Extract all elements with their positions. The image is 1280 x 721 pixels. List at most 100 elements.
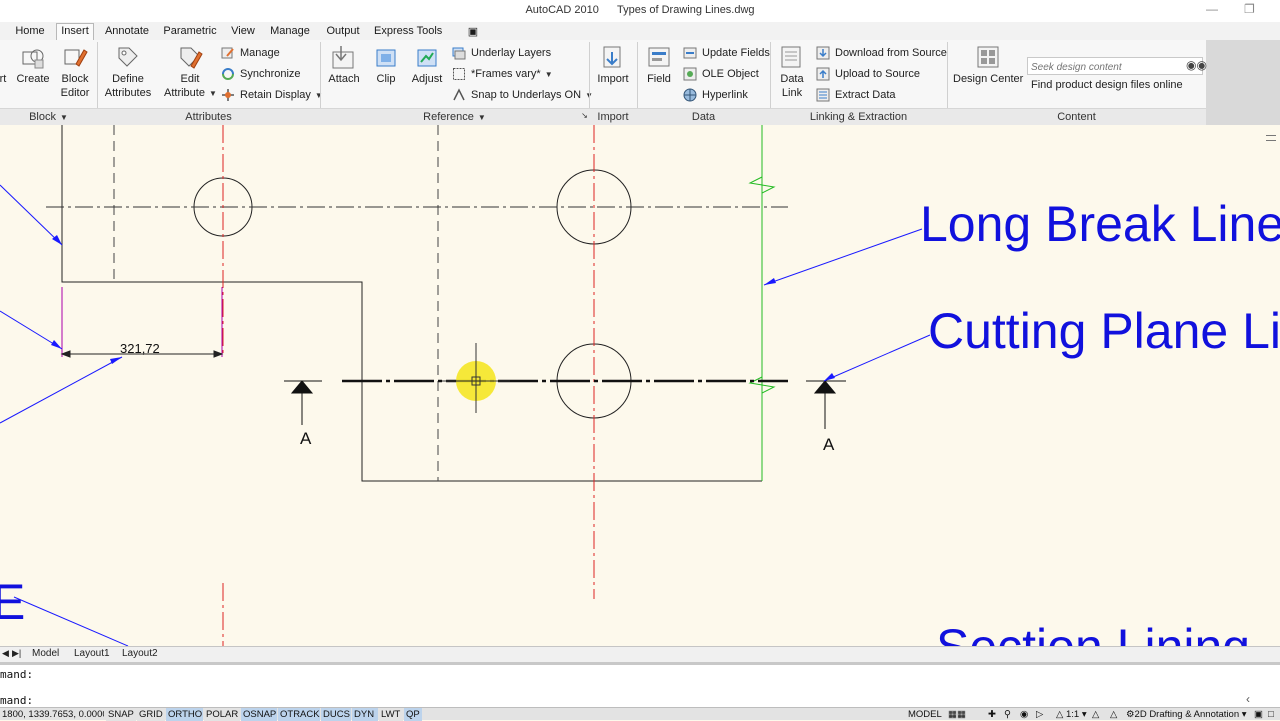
retain-display-icon	[221, 88, 235, 102]
clip-icon	[373, 44, 399, 70]
tab-nav-prev-icon[interactable]: ◀	[2, 648, 9, 659]
update-fields-icon	[683, 46, 697, 60]
model-space-button[interactable]: MODEL	[906, 708, 944, 721]
dialog-launcher-icon[interactable]: ↘	[580, 111, 589, 120]
frames-dropdown[interactable]: *Frames vary* ▼	[452, 66, 553, 82]
design-content-search-input[interactable]	[1027, 57, 1203, 75]
tab-model[interactable]: Model	[32, 648, 59, 659]
define-attributes-button[interactable]: Define Attributes	[103, 44, 153, 100]
command-prompt[interactable]: mand:	[0, 694, 33, 707]
status-toggle-lwt[interactable]: LWT	[379, 708, 403, 721]
label-left-fragment: E	[0, 574, 26, 630]
tab-layout2[interactable]: Layout2	[122, 648, 158, 659]
showmotion-icon[interactable]: ▷	[1034, 708, 1045, 721]
command-history-line: mand:	[0, 668, 34, 681]
chevron-down-icon: ▼	[477, 113, 486, 122]
tab-output[interactable]: Output	[324, 24, 362, 40]
window-title: AutoCAD 2010 Types of Drawing Lines.dwg	[525, 4, 755, 16]
edit-attribute-button[interactable]: Edit Attribute ▼	[164, 44, 217, 101]
workspace-switcher[interactable]: ⚙2D Drafting & Annotation ▾	[1124, 708, 1249, 721]
label-section-lining: Section Lining	[936, 618, 1250, 646]
grid-view-icon[interactable]: ▦▦	[946, 708, 968, 721]
tab-layout1[interactable]: Layout1	[74, 648, 110, 659]
clip-button[interactable]: Clip	[372, 44, 400, 86]
upload-to-source-button[interactable]: Upload to Source	[816, 66, 920, 82]
viewport-control-icon[interactable]	[1266, 135, 1276, 141]
crosshair-cursor	[442, 343, 510, 413]
extract-data-icon	[816, 88, 830, 102]
leader-arrowheads	[51, 235, 835, 381]
tab-insert[interactable]: Insert	[56, 23, 94, 40]
status-toggle-grid[interactable]: GRID	[137, 708, 165, 721]
insert-block-button[interactable]: rt	[0, 44, 10, 86]
tab-express-tools[interactable]: Express Tools	[374, 24, 442, 40]
panel-linking: Linking & Extraction	[809, 111, 908, 123]
download-from-source-button[interactable]: Download from Source	[816, 45, 947, 61]
tab-home[interactable]: Home	[14, 24, 46, 40]
panel-reference[interactable]: Reference ▼	[320, 111, 589, 123]
field-icon	[646, 44, 672, 70]
section-label-right: A	[823, 435, 835, 454]
tab-view[interactable]: View	[229, 24, 257, 40]
snap-icon	[452, 88, 466, 102]
ribbon-minimize-icon[interactable]: ▣	[464, 24, 482, 40]
underlay-layers-button[interactable]: Underlay Layers	[452, 45, 551, 61]
label-cutting-plane-line: Cutting Plane Line	[928, 303, 1280, 359]
find-online-link[interactable]: Find product design files online	[1031, 77, 1183, 93]
status-toggle-snap[interactable]: SNAP	[106, 708, 136, 721]
panel-attributes: Attributes	[185, 111, 232, 123]
status-toggle-ducs[interactable]: DUCS	[321, 708, 351, 721]
steering-wheel-icon[interactable]: ◉	[1018, 708, 1030, 721]
pan-icon[interactable]: ✚	[986, 708, 998, 721]
label-long-break-line: Long Break Line	[920, 196, 1280, 252]
command-window[interactable]: mand: mand: ‹	[0, 662, 1280, 707]
create-block-button[interactable]: Create	[16, 44, 50, 86]
update-fields-button[interactable]: Update Fields	[683, 45, 770, 61]
binoculars-icon[interactable]: ◉◉	[1186, 58, 1207, 72]
manage-icon	[221, 46, 235, 60]
block-editor-button[interactable]: Block Editor	[57, 44, 93, 100]
attach-button[interactable]: Attach	[326, 44, 362, 86]
synchronize-button[interactable]: Synchronize	[221, 66, 301, 82]
scroll-left-icon[interactable]: ‹	[1246, 692, 1250, 706]
extract-data-button[interactable]: Extract Data	[816, 87, 896, 103]
import-button[interactable]: Import	[594, 44, 632, 86]
retain-display-button[interactable]: Retain Display ▼	[221, 87, 323, 103]
tab-parametric[interactable]: Parametric	[162, 24, 218, 40]
auto-scale-icon[interactable]: △	[1108, 708, 1119, 721]
panel-data: Data	[691, 111, 716, 123]
synchronize-icon	[221, 67, 235, 81]
panel-titles: Block ▼ Attributes Reference ▼ ↘ Import Da…	[0, 108, 1206, 125]
design-center-button[interactable]: Design Center	[953, 44, 1023, 86]
hyperlink-button[interactable]: Hyperlink	[683, 87, 748, 103]
restore-icon[interactable]: ❐	[1244, 2, 1255, 16]
frame-icon	[452, 67, 466, 81]
ole-object-button[interactable]: OLE Object	[683, 66, 759, 82]
ribbon: rt Create Block Editor Define Attributes…	[0, 40, 1280, 125]
status-toggle-qp[interactable]: QP	[404, 708, 422, 721]
create-block-icon	[20, 44, 46, 70]
minimize-icon[interactable]: —	[1206, 2, 1218, 16]
zoom-icon[interactable]: ⚲	[1002, 708, 1013, 721]
status-toggle-polar[interactable]: POLAR	[204, 708, 240, 721]
object-lines	[61, 125, 776, 482]
status-toggle-osnap[interactable]: OSNAP	[241, 708, 277, 721]
drawing-canvas[interactable]: 321,72 A A Long Break Line Cutting Plane…	[0, 125, 1280, 646]
adjust-icon	[414, 44, 440, 70]
status-toggle-otrack[interactable]: OTRACK	[278, 708, 320, 721]
tab-nav-last-icon[interactable]: ▶|	[12, 648, 21, 659]
panel-block[interactable]: Block ▼	[0, 111, 97, 123]
tab-manage[interactable]: Manage	[269, 24, 311, 40]
fullscreen-icon[interactable]: □	[1266, 708, 1276, 721]
field-button[interactable]: Field	[643, 44, 675, 86]
status-toggle-dyn[interactable]: DYN	[352, 708, 378, 721]
manage-attributes-button[interactable]: Manage	[221, 45, 280, 61]
data-link-button[interactable]: Data Link	[776, 44, 808, 100]
annotation-scale[interactable]: △ 1:1 ▾	[1054, 708, 1089, 721]
annotation-visibility-icon[interactable]: △	[1090, 708, 1101, 721]
lock-icon[interactable]: ▣	[1252, 708, 1265, 721]
snap-underlays-dropdown[interactable]: Snap to Underlays ON▼	[452, 87, 593, 103]
tab-annotate[interactable]: Annotate	[104, 24, 150, 40]
adjust-button[interactable]: Adjust	[410, 44, 444, 86]
status-toggle-ortho[interactable]: ORTHO	[166, 708, 203, 721]
